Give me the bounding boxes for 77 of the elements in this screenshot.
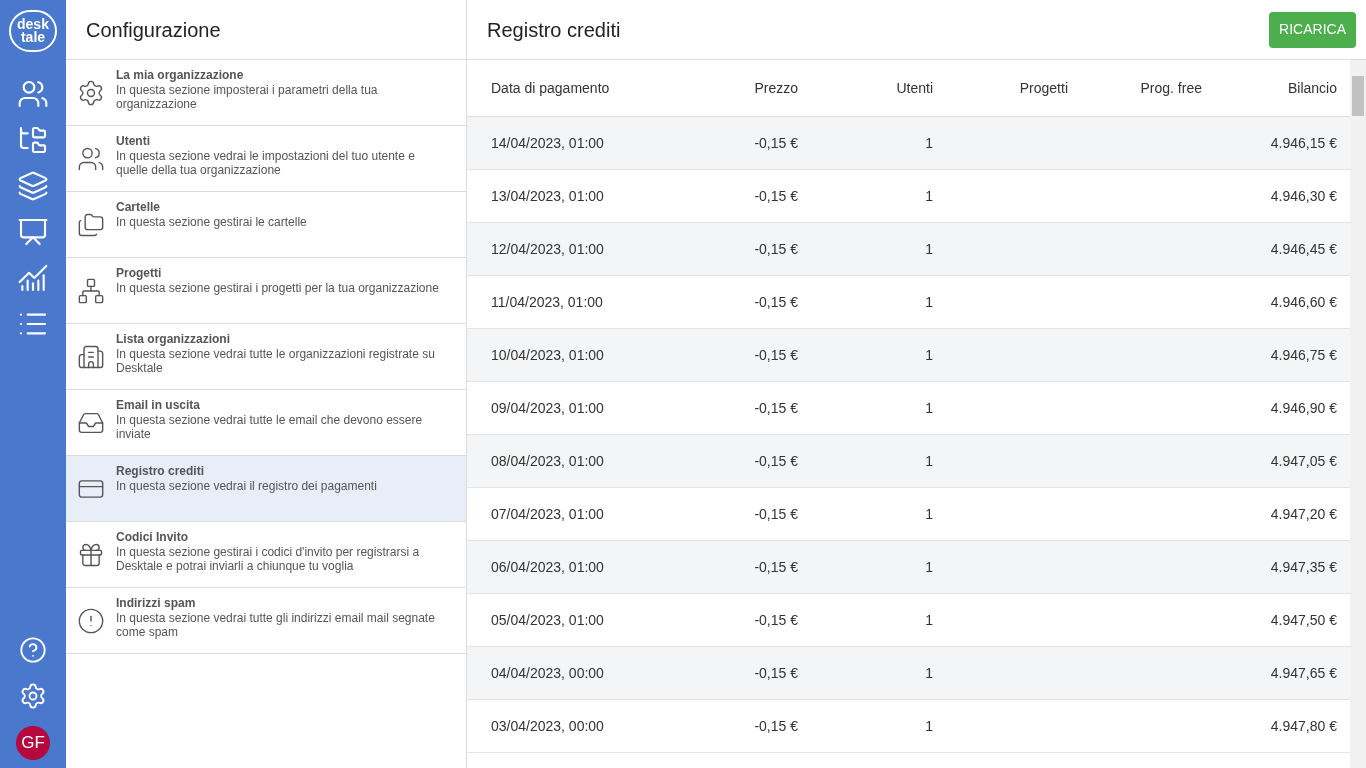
table-cell-text: 08/04/2023, 01:00 [491, 451, 605, 471]
page-title: Registro crediti [487, 17, 621, 43]
item-title: Email in uscita [116, 397, 202, 413]
item-description: In questa sezione vedrai il registro dei pagamenti [116, 479, 377, 493]
item-description: In questa sezione vedrai tutte gli indirizzi email mail segnate come spam [116, 611, 436, 639]
table-cell-text: -0,15 € [753, 557, 798, 577]
table-cell-text: 4.947,50 € [1269, 610, 1337, 630]
table-cell-text: -0,15 € [753, 716, 798, 736]
table-cell-text: 1 [924, 716, 933, 736]
table-cell-text: 03/04/2023, 00:00 [491, 716, 605, 736]
item-title: Indirizzi spam [116, 595, 197, 611]
table-cell-text: 1 [924, 292, 933, 312]
table-cell-text: -0,15 € [753, 239, 798, 259]
table-cell-text: 1 [924, 557, 933, 577]
column-header: Data di pagamento [491, 78, 611, 98]
table-cell-text: -0,15 € [753, 345, 798, 365]
column-header: Prog. free [1139, 78, 1202, 98]
table-cell-text: 1 [924, 610, 933, 630]
table-cell-text: 4.947,05 € [1269, 451, 1337, 471]
table-cell-text: 4.946,15 € [1269, 133, 1337, 153]
table-cell-text: 1 [924, 345, 933, 365]
table-cell-text: -0,15 € [753, 663, 798, 683]
table-cell-text: 4.946,45 € [1269, 239, 1337, 259]
item-title: La mia organizzazione [116, 67, 245, 83]
item-title: Registro crediti [116, 463, 206, 479]
table-cell-text: 1 [924, 504, 933, 524]
table-cell-text: 07/04/2023, 01:00 [491, 504, 605, 524]
column-header: Prezzo [753, 78, 798, 98]
table-cell-text: -0,15 € [753, 504, 798, 524]
item-title: Lista organizzazioni [116, 331, 231, 347]
item-description: In questa sezione vedrai tutte le organizzazioni registrate su Desktale [116, 347, 436, 375]
panel-title: Configurazione [86, 17, 221, 43]
user-avatar[interactable]: GF [16, 726, 50, 760]
table-cell-text: -0,15 € [753, 133, 798, 153]
table-cell-text: 1 [924, 239, 933, 259]
table-cell-text: -0,15 € [753, 610, 798, 630]
item-description: In questa sezione vedrai tutte le email che devono essere inviate [116, 413, 424, 441]
logo: desk tale [9, 10, 57, 52]
table-cell-text: 14/04/2023, 01:00 [491, 133, 605, 153]
table-cell-text: 12/04/2023, 01:00 [491, 239, 605, 259]
table-cell-text: -0,15 € [753, 292, 798, 312]
table-cell-text: 10/04/2023, 01:00 [491, 345, 605, 365]
table-cell-text: 06/04/2023, 01:00 [491, 557, 605, 577]
table-cell-text: 4.947,20 € [1269, 504, 1337, 524]
item-title: Progetti [116, 265, 163, 281]
item-description: In questa sezione gestirai le cartelle [116, 215, 307, 229]
table-cell-text: -0,15 € [753, 398, 798, 418]
table-cell-text: 4.946,30 € [1269, 186, 1337, 206]
table-cell-text: 1 [924, 663, 933, 683]
table-cell-text: 4.946,90 € [1269, 398, 1337, 418]
table-cell-text: 4.947,80 € [1269, 716, 1337, 736]
table-cell-text: 05/04/2023, 01:00 [491, 610, 605, 630]
table-cell-text: 1 [924, 186, 933, 206]
settings-menu-item[interactable]: Registro crediti In questa sezione vedrai il registro dei pagamenti [66, 456, 466, 522]
item-description: In questa sezione vedrai le impostazioni del tuo utente e quelle della tua organizzazione [116, 149, 416, 177]
item-title: Codici Invito [116, 529, 189, 545]
table-cell-text: 09/04/2023, 01:00 [491, 398, 605, 418]
item-description: In questa sezione imposterai i parametri della tua organizzazione [116, 83, 379, 111]
column-header: Bilancio [1286, 78, 1337, 98]
table-cell-text: 04/04/2023, 00:00 [491, 663, 605, 683]
table-cell-text: 4.947,35 € [1269, 557, 1337, 577]
column-header: Progetti [1018, 78, 1068, 98]
table-cell-text: 11/04/2023, 01:00 [491, 292, 604, 312]
table-cell-text: 4.946,60 € [1269, 292, 1337, 312]
table-cell-text: 4.946,75 € [1269, 345, 1337, 365]
table-cell-text: 4.947,65 € [1269, 663, 1337, 683]
table-cell-text: 13/04/2023, 01:00 [491, 186, 605, 206]
item-description: In questa sezione gestirai i progetti per la tua organizzazione [116, 281, 439, 295]
item-title: Cartelle [116, 199, 162, 215]
column-header: Utenti [895, 78, 933, 98]
table-cell-text: -0,15 € [753, 186, 798, 206]
item-description: In questa sezione gestirai i codici d'invito per registrarsi a Desktale e potrai inviarli a chiunque tu voglia [116, 545, 421, 573]
table-cell-text: 1 [924, 133, 933, 153]
table-cell-text: 1 [924, 398, 933, 418]
table-cell-text: 1 [924, 451, 933, 471]
table-cell-text: -0,15 € [753, 451, 798, 471]
item-title: Utenti [116, 133, 151, 149]
